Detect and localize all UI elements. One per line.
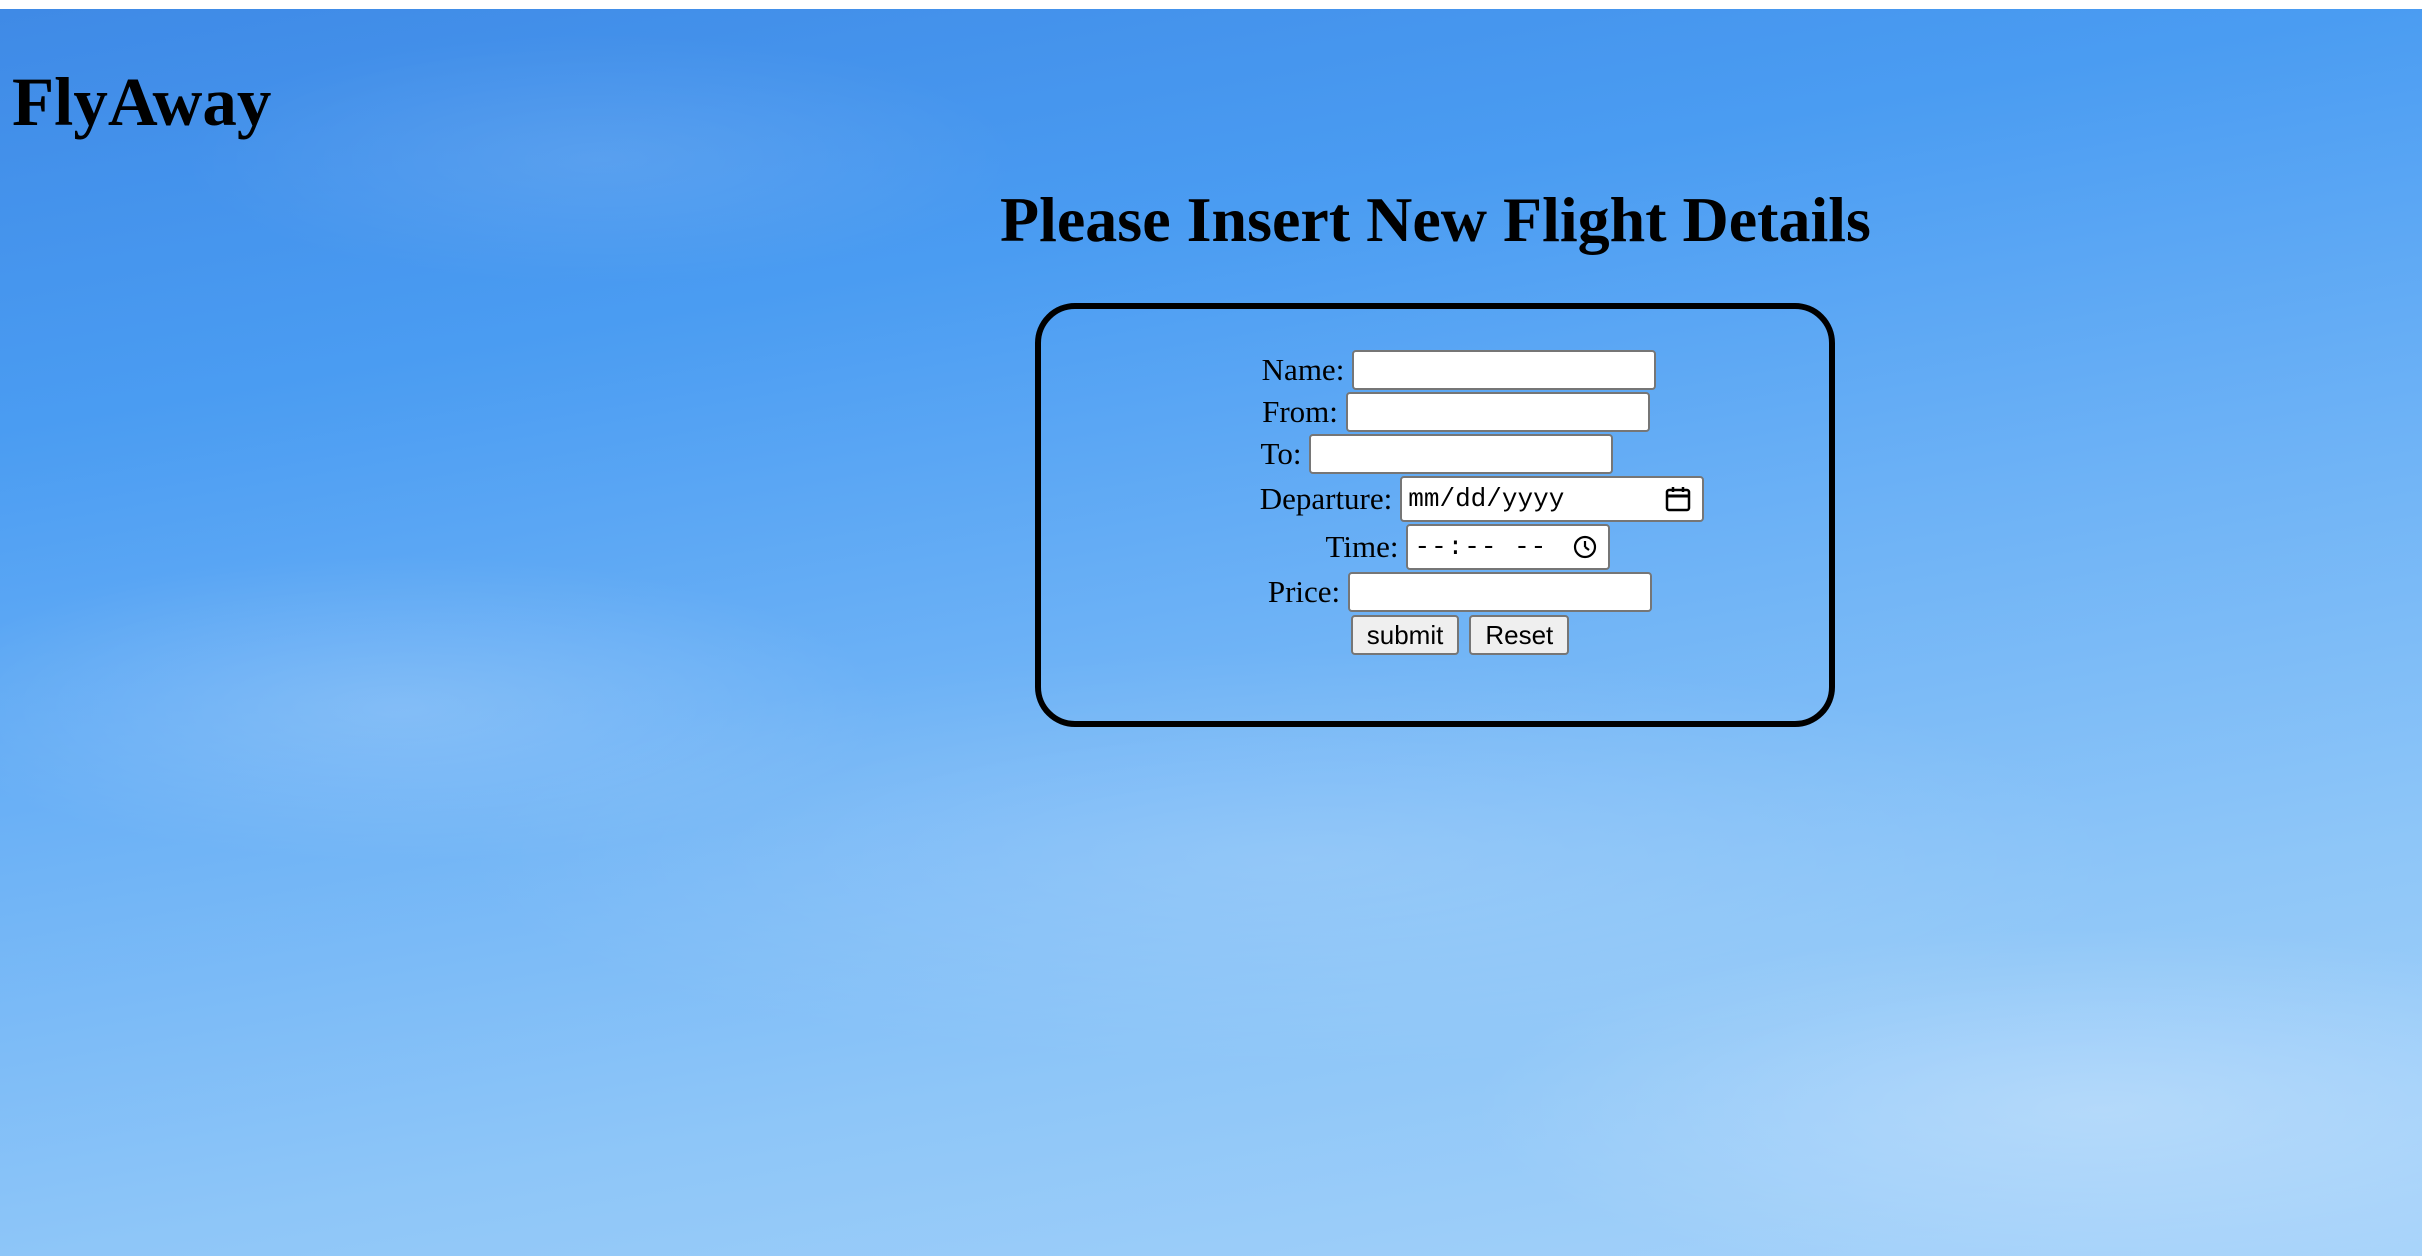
time-label: Time: (1325, 529, 1399, 564)
to-label: To: (1260, 436, 1302, 471)
reset-button[interactable]: Reset (1469, 615, 1570, 655)
name-row: Name: (1041, 349, 1829, 391)
calendar-icon[interactable] (1664, 485, 1692, 513)
brand-title: FlyAway (12, 64, 272, 140)
departure-row: Departure: mm/dd/yyyy (1041, 475, 1829, 523)
time-placeholder: --:-- -- (1414, 532, 1548, 562)
from-input[interactable] (1345, 392, 1650, 432)
page-title-wrap: Please Insert New Flight Details (1000, 180, 1871, 260)
flight-form: Name: From: To: Departure: mm/dd/yyyy Ti… (1035, 303, 1835, 727)
name-label: Name: (1261, 352, 1345, 387)
top-strip (0, 0, 2422, 9)
button-row: submit Reset (1041, 613, 1829, 657)
from-row: From: (1041, 391, 1829, 433)
departure-date-input[interactable]: mm/dd/yyyy (1400, 476, 1705, 522)
departure-label: Departure: (1259, 481, 1393, 516)
time-input[interactable]: --:-- -- (1406, 524, 1611, 570)
price-input[interactable] (1348, 572, 1653, 612)
name-input[interactable] (1352, 350, 1657, 390)
clock-icon[interactable] (1572, 534, 1598, 560)
price-label: Price: (1267, 574, 1341, 609)
to-input[interactable] (1309, 434, 1614, 474)
form-fields: Name: From: To: Departure: mm/dd/yyyy Ti… (1041, 349, 1829, 657)
submit-button[interactable]: submit (1350, 615, 1460, 655)
price-row: Price: (1041, 571, 1829, 613)
to-row: To: (1041, 433, 1829, 475)
from-label: From: (1262, 394, 1338, 429)
page-title: Please Insert New Flight Details (1000, 184, 1871, 255)
time-row: Time: --:-- -- (1041, 523, 1829, 571)
departure-date-placeholder: mm/dd/yyyy (1408, 484, 1565, 514)
